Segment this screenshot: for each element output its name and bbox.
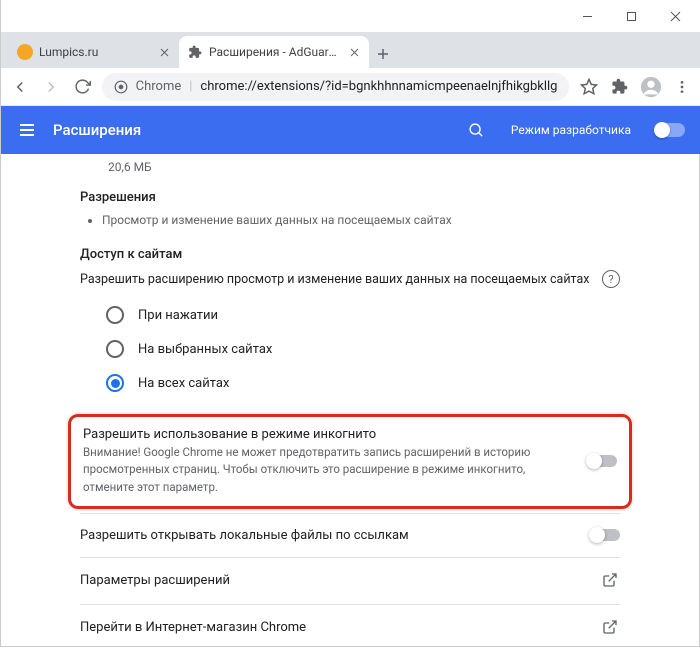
menu-button[interactable] (670, 73, 693, 101)
tab-close-icon[interactable] (347, 45, 361, 59)
extensions-button[interactable] (608, 73, 631, 101)
search-icon[interactable] (467, 120, 487, 140)
window-titlebar (1, 0, 700, 32)
omnibox[interactable]: Chrome | chrome://extensions/?id=bgnkhhn… (102, 73, 570, 101)
close-window-button[interactable] (653, 2, 697, 30)
radio-label: При нажатии (138, 308, 218, 323)
minimize-button[interactable] (565, 2, 609, 30)
radio-icon (106, 340, 124, 358)
page-title: Расширения (53, 121, 451, 139)
file-urls-toggle[interactable] (590, 529, 620, 541)
permissions-label: Разрешения (80, 190, 620, 205)
reload-button[interactable] (71, 73, 94, 101)
help-icon[interactable]: ? (602, 270, 620, 288)
page-header: Расширения Режим разработчика (1, 106, 700, 154)
radio-on-selected-sites[interactable]: На выбранных сайтах (80, 332, 620, 366)
tab-extensions[interactable]: Расширения - AdGuard Антиба (179, 36, 369, 68)
tab-strip: Lumpics.ru Расширения - AdGuard Антиба (1, 32, 700, 68)
forward-button[interactable] (40, 73, 63, 101)
dev-mode-toggle[interactable] (655, 123, 685, 137)
tab-close-icon[interactable] (157, 45, 171, 59)
file-urls-label: Разрешить открывать локальные файлы по с… (80, 528, 578, 543)
dev-mode-label: Режим разработчика (511, 123, 631, 137)
radio-icon (106, 306, 124, 324)
incognito-row-highlighted: Разрешить использование в режиме инкогни… (68, 414, 632, 509)
profile-button[interactable] (639, 73, 662, 101)
radio-on-click[interactable]: При нажатии (80, 298, 620, 332)
chrome-store-row[interactable]: Перейти в Интернет-магазин Chrome (80, 604, 620, 646)
maximize-button[interactable] (609, 2, 653, 30)
extension-icon (187, 44, 203, 60)
radio-label: На всех сайтах (138, 376, 229, 391)
tab-lumpics[interactable]: Lumpics.ru (9, 36, 179, 68)
file-urls-row: Разрешить открывать локальные файлы по с… (80, 513, 620, 557)
incognito-warning: Внимание! Google Chrome не может предотв… (83, 444, 575, 496)
menu-icon[interactable] (17, 120, 37, 140)
url-text: chrome://extensions/?id=bgnkhhnnamicmpee… (200, 79, 557, 94)
address-bar: Chrome | chrome://extensions/?id=bgnkhhn… (1, 68, 700, 106)
incognito-toggle[interactable] (587, 455, 617, 467)
incognito-title: Разрешить использование в режиме инкогни… (83, 427, 575, 442)
extension-options-label: Параметры расширений (80, 573, 590, 588)
chrome-store-label: Перейти в Интернет-магазин Chrome (80, 620, 590, 635)
site-access-label: Доступ к сайтам (80, 247, 620, 262)
favicon-icon (17, 44, 33, 60)
bookmark-button[interactable] (577, 73, 600, 101)
chrome-icon (114, 80, 128, 94)
tab-title: Расширения - AdGuard Антиба (209, 45, 341, 59)
permission-item: Просмотр и изменение ваших данных на пос… (102, 211, 620, 229)
extension-size: 20,6 МБ (80, 154, 620, 186)
radio-icon-checked (106, 374, 124, 392)
url-label: Chrome (136, 79, 182, 94)
radio-on-all-sites[interactable]: На всех сайтах (80, 366, 620, 400)
launch-icon (602, 572, 620, 590)
site-access-desc: Разрешить расширению просмотр и изменени… (80, 272, 589, 287)
back-button[interactable] (9, 73, 32, 101)
new-tab-button[interactable] (369, 40, 397, 68)
launch-icon (602, 619, 620, 637)
extension-options-row[interactable]: Параметры расширений (80, 557, 620, 604)
radio-label: На выбранных сайтах (138, 342, 272, 357)
main-content: 20,6 МБ Разрешения Просмотр и изменение … (1, 154, 699, 646)
tab-title: Lumpics.ru (39, 45, 151, 59)
